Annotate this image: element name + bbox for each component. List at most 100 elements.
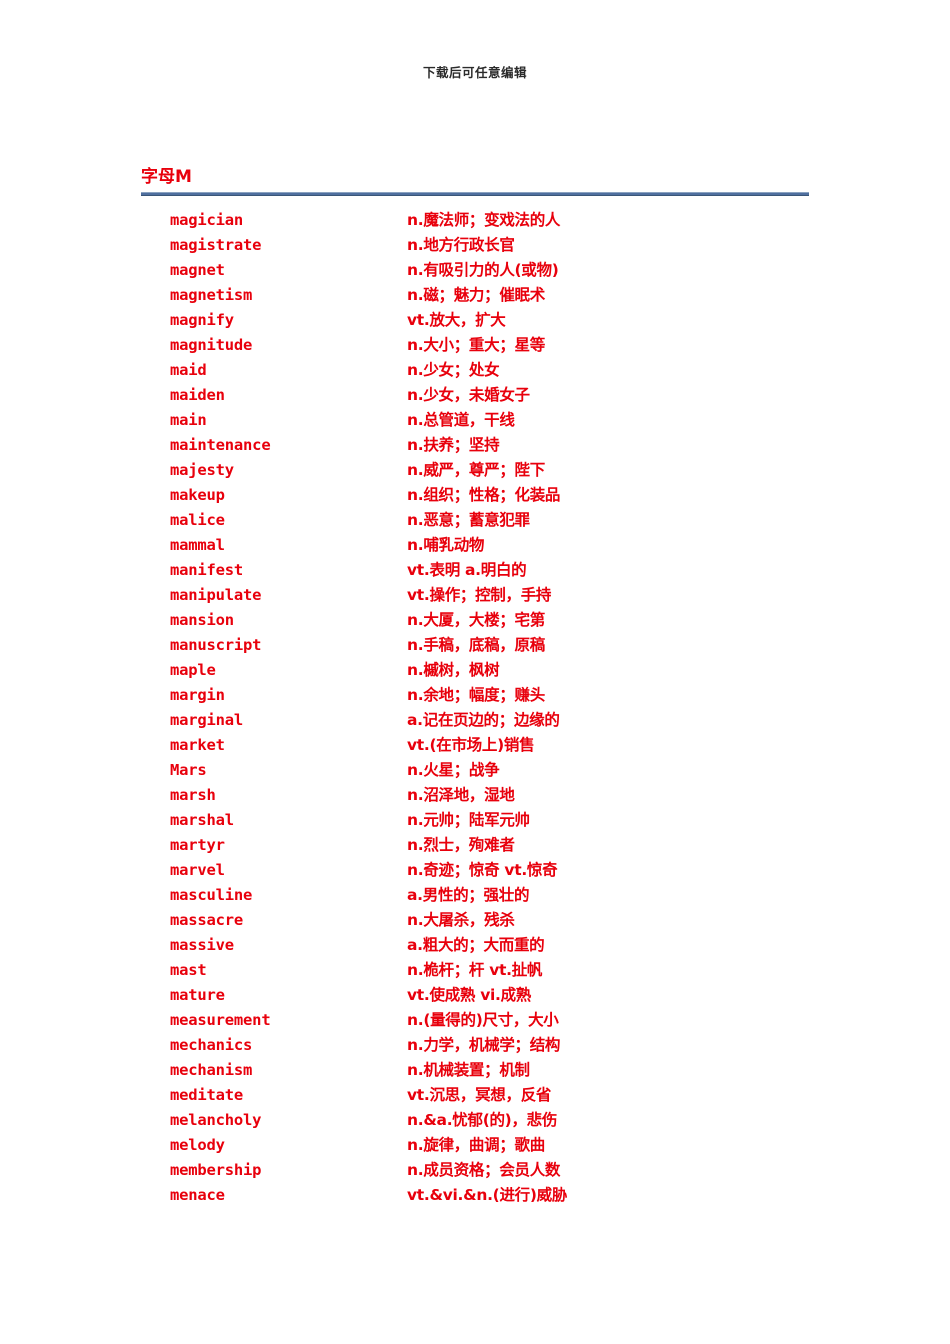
vocabulary-word: marginal: [170, 711, 244, 729]
vocabulary-definition: n.烈士，殉难者: [407, 836, 515, 854]
vocabulary-row: margin n.余地；幅度；赚头: [170, 683, 870, 708]
vocabulary-word: melody: [170, 1136, 225, 1154]
vocabulary-row: massive a.粗大的；大而重的: [170, 933, 870, 958]
vocabulary-word: membership: [170, 1161, 262, 1179]
vocabulary-definition: vt.沉思，冥想，反省: [407, 1086, 552, 1104]
vocabulary-row: melancholy n.&a.忧郁(的)，悲伤: [170, 1108, 870, 1133]
vocabulary-definition: n.组织；性格；化装品: [407, 486, 561, 504]
vocabulary-definition: n.沼泽地，湿地: [407, 786, 515, 804]
vocabulary-word: martyr: [170, 836, 225, 854]
vocabulary-row: marsh n.沼泽地，湿地: [170, 783, 870, 808]
vocabulary-definition: vt.表明 a.明白的: [407, 561, 527, 579]
vocabulary-row: market vt.(在市场上)销售: [170, 733, 870, 758]
vocabulary-row: maple n.槭树，枫树: [170, 658, 870, 683]
vocabulary-definition: n.元帅；陆军元帅: [407, 811, 530, 829]
vocabulary-definition: n.哺乳动物: [407, 536, 485, 554]
page-title: 字母M: [141, 167, 192, 187]
vocabulary-word: magnitude: [170, 336, 253, 354]
vocabulary-definition: n.磁；魅力；催眠术: [407, 286, 545, 304]
vocabulary-row: mature vt.使成熟 vi.成熟: [170, 983, 870, 1008]
vocabulary-row: magistrate n.地方行政长官: [170, 233, 870, 258]
vocabulary-definition: n.大小；重大；星等: [407, 336, 545, 354]
vocabulary-word: menace: [170, 1186, 225, 1204]
vocabulary-word: makeup: [170, 486, 225, 504]
vocabulary-definition: n.大厦，大楼；宅第: [407, 611, 545, 629]
vocabulary-word: manifest: [170, 561, 244, 579]
page-running-head: 下载后可任意编辑: [422, 65, 527, 80]
vocabulary-definition: vt.操作；控制，手持: [407, 586, 552, 604]
vocabulary-row: manuscript n.手稿，底稿，原稿: [170, 633, 870, 658]
vocabulary-word: meditate: [170, 1086, 244, 1104]
vocabulary-definition: n.威严，尊严；陛下: [407, 461, 545, 479]
vocabulary-word: majesty: [170, 461, 234, 479]
vocabulary-row: marginal a.记在页边的；边缘的: [170, 708, 870, 733]
vocabulary-word: maid: [170, 361, 207, 379]
vocabulary-row: malice n.恶意；蓄意犯罪: [170, 508, 870, 533]
vocabulary-definition: n.&a.忧郁(的)，悲伤: [407, 1111, 558, 1129]
vocabulary-definition: n.有吸引力的人(或物): [407, 261, 559, 279]
vocabulary-word: mammal: [170, 536, 225, 554]
vocabulary-row: maid n.少女；处女: [170, 358, 870, 383]
vocabulary-word: marvel: [170, 861, 225, 879]
vocabulary-definition: vt.(在市场上)销售: [407, 736, 535, 754]
vocabulary-word: magnify: [170, 311, 234, 329]
vocabulary-row: magnet n.有吸引力的人(或物): [170, 258, 870, 283]
vocabulary-word: melancholy: [170, 1111, 262, 1129]
vocabulary-row: martyr n.烈士，殉难者: [170, 833, 870, 858]
vocabulary-row: magnify vt.放大，扩大: [170, 308, 870, 333]
vocabulary-word: massive: [170, 936, 234, 954]
vocabulary-word: manuscript: [170, 636, 262, 654]
vocabulary-word: mechanism: [170, 1061, 253, 1079]
vocabulary-definition: n.地方行政长官: [407, 236, 515, 254]
vocabulary-list: magician n.魔法师；变戏法的人 magistrate n.地方行政长官 mag…: [170, 208, 870, 1208]
vocabulary-definition: a.男性的；强壮的: [407, 886, 530, 904]
vocabulary-row: marshal n.元帅；陆军元帅: [170, 808, 870, 833]
vocabulary-word: magnetism: [170, 286, 253, 304]
vocabulary-definition: n.力学，机械学；结构: [407, 1036, 561, 1054]
vocabulary-row: makeup n.组织；性格；化装品: [170, 483, 870, 508]
vocabulary-word: mature: [170, 986, 225, 1004]
vocabulary-row: manifest vt.表明 a.明白的: [170, 558, 870, 583]
vocabulary-definition: n.桅杆；杆 vt.扯帆: [407, 961, 543, 979]
vocabulary-row: marvel n.奇迹；惊奇 vt.惊奇: [170, 858, 870, 883]
vocabulary-row: membership n.成员资格；会员人数: [170, 1158, 870, 1183]
vocabulary-definition: n.槭树，枫树: [407, 661, 500, 679]
vocabulary-definition: n.扶养；坚持: [407, 436, 500, 454]
vocabulary-word: main: [170, 411, 207, 429]
vocabulary-definition: n.大屠杀，残杀: [407, 911, 515, 929]
vocabulary-word: margin: [170, 686, 225, 704]
vocabulary-word: massacre: [170, 911, 244, 929]
vocabulary-row: main n.总管道，干线: [170, 408, 870, 433]
vocabulary-row: mansion n.大厦，大楼；宅第: [170, 608, 870, 633]
vocabulary-definition: n.火星；战争: [407, 761, 500, 779]
vocabulary-word: marshal: [170, 811, 234, 829]
vocabulary-row: menace vt.&vi.&n.(进行)威胁: [170, 1183, 870, 1208]
vocabulary-word: mast: [170, 961, 207, 979]
vocabulary-row: melody n.旋律，曲调；歌曲: [170, 1133, 870, 1158]
section-title-block: 字母M: [141, 166, 809, 196]
vocabulary-definition: n.总管道，干线: [407, 411, 515, 429]
vocabulary-row: meditate vt.沉思，冥想，反省: [170, 1083, 870, 1108]
vocabulary-word: mechanics: [170, 1036, 253, 1054]
vocabulary-word: maintenance: [170, 436, 271, 454]
vocabulary-row: Mars n.火星；战争: [170, 758, 870, 783]
vocabulary-definition: n.恶意；蓄意犯罪: [407, 511, 530, 529]
vocabulary-word: market: [170, 736, 225, 754]
vocabulary-word: manipulate: [170, 586, 262, 604]
vocabulary-row: manipulate vt.操作；控制，手持: [170, 583, 870, 608]
vocabulary-row: majesty n.威严，尊严；陛下: [170, 458, 870, 483]
title-divider: [141, 192, 809, 196]
vocabulary-definition: n.(量得的)尺寸，大小: [407, 1011, 559, 1029]
vocabulary-word: measurement: [170, 1011, 271, 1029]
vocabulary-row: magnitude n.大小；重大；星等: [170, 333, 870, 358]
vocabulary-definition: n.手稿，底稿，原稿: [407, 636, 545, 654]
vocabulary-definition: a.粗大的；大而重的: [407, 936, 545, 954]
vocabulary-word: magnet: [170, 261, 225, 279]
vocabulary-row: magnetism n.磁；魅力；催眠术: [170, 283, 870, 308]
vocabulary-word: maiden: [170, 386, 225, 404]
vocabulary-row: masculine a.男性的；强壮的: [170, 883, 870, 908]
vocabulary-row: massacre n.大屠杀，残杀: [170, 908, 870, 933]
vocabulary-definition: n.少女；处女: [407, 361, 500, 379]
vocabulary-row: maintenance n.扶养；坚持: [170, 433, 870, 458]
vocabulary-word: malice: [170, 511, 225, 529]
